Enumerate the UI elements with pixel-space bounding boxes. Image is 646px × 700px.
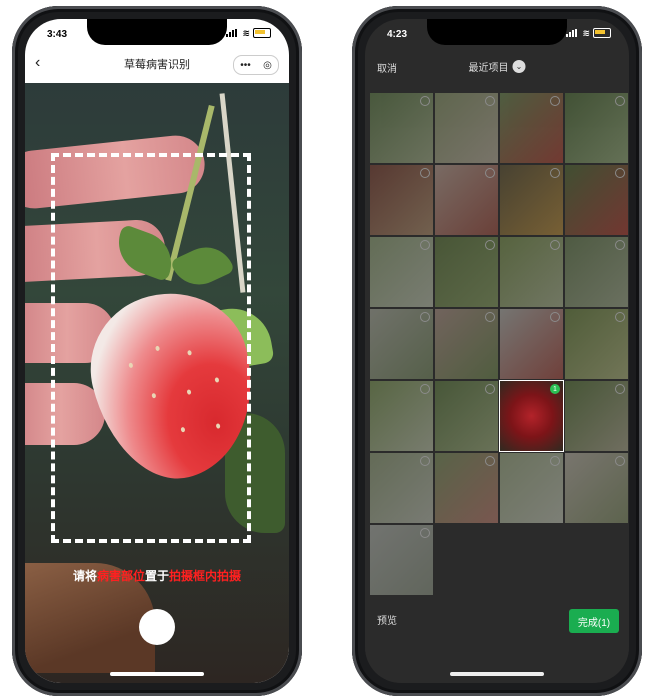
photo-thumbnail[interactable] xyxy=(500,309,563,379)
select-circle-icon[interactable] xyxy=(420,312,430,322)
signal-icon xyxy=(566,29,579,37)
select-circle-icon[interactable] xyxy=(550,168,560,178)
select-circle-icon[interactable] xyxy=(420,240,430,250)
photo-thumbnail[interactable] xyxy=(435,165,498,235)
cancel-button[interactable]: 取消 xyxy=(377,60,397,75)
phone-notch xyxy=(427,19,567,45)
scan-frame xyxy=(51,153,251,543)
close-icon[interactable]: ◎ xyxy=(263,60,272,71)
select-circle-icon[interactable] xyxy=(550,456,560,466)
wifi-icon: ≋ xyxy=(582,28,590,38)
select-circle-icon[interactable] xyxy=(550,312,560,322)
hint-text: 置于 xyxy=(145,569,170,583)
select-circle-icon[interactable] xyxy=(485,168,495,178)
selected-check-icon[interactable]: 1 xyxy=(550,384,560,394)
photo-thumbnail[interactable] xyxy=(500,453,563,523)
select-circle-icon[interactable] xyxy=(420,168,430,178)
photo-thumbnail[interactable] xyxy=(500,165,563,235)
select-circle-icon[interactable] xyxy=(615,456,625,466)
photo-thumbnail[interactable] xyxy=(435,381,498,451)
select-circle-icon[interactable] xyxy=(615,384,625,394)
album-selector[interactable]: 最近项目 ⌄ xyxy=(469,59,526,74)
photo-thumbnail[interactable] xyxy=(370,309,433,379)
shutter-button[interactable] xyxy=(139,609,175,645)
confirm-button[interactable]: 完成(1) xyxy=(569,609,619,633)
signal-icon xyxy=(226,29,239,37)
photo-thumbnail[interactable] xyxy=(370,165,433,235)
picker-screen: 4:23 ≋ 取消 最近项目 ⌄ 1 预览 完成(1) xyxy=(365,19,629,683)
select-circle-icon[interactable] xyxy=(420,384,430,394)
phone-picker-screen: 4:23 ≋ 取消 最近项目 ⌄ 1 预览 完成(1) xyxy=(352,6,642,696)
select-circle-icon[interactable] xyxy=(615,240,625,250)
hint-highlight: 病害部位 xyxy=(96,569,145,583)
select-circle-icon[interactable] xyxy=(550,240,560,250)
photo-thumbnail[interactable] xyxy=(435,237,498,307)
photo-thumbnail[interactable] xyxy=(565,453,628,523)
photo-grid: 1 xyxy=(370,93,628,595)
home-indicator[interactable] xyxy=(450,672,544,676)
back-icon[interactable]: ‹ xyxy=(35,54,40,72)
select-circle-icon[interactable] xyxy=(615,312,625,322)
photo-thumbnail[interactable] xyxy=(565,237,628,307)
photo-thumbnail[interactable] xyxy=(500,237,563,307)
status-time: 3:43 xyxy=(47,29,68,40)
select-circle-icon[interactable] xyxy=(615,96,625,106)
mini-program-capsule: ••• ◎ xyxy=(233,55,279,75)
picker-bottom-bar: 预览 完成(1) xyxy=(365,598,629,683)
capture-hint: 请将病害部位置于拍摄框内拍摄 xyxy=(25,567,289,584)
album-label: 最近项目 xyxy=(468,63,509,74)
hint-highlight: 拍摄框内拍摄 xyxy=(169,569,242,583)
photo-thumbnail[interactable] xyxy=(565,381,628,451)
photo-thumbnail[interactable] xyxy=(565,93,628,163)
photo-thumbnail[interactable] xyxy=(435,93,498,163)
picker-header: 取消 最近项目 ⌄ xyxy=(365,49,629,81)
select-circle-icon[interactable] xyxy=(420,528,430,538)
hint-text: 请将 xyxy=(72,569,97,583)
photo-thumbnail-selected[interactable]: 1 xyxy=(499,380,564,452)
photo-thumbnail[interactable] xyxy=(370,381,433,451)
battery-icon xyxy=(253,28,271,38)
camera-screen: 3:43 ≋ ‹ 草莓病害识别 ••• ◎ 请将病害部位置于拍摄框内拍摄 xyxy=(25,19,289,683)
photo-thumbnail[interactable] xyxy=(370,453,433,523)
select-circle-icon[interactable] xyxy=(485,96,495,106)
photo-thumbnail[interactable] xyxy=(500,93,563,163)
status-icons: ≋ xyxy=(226,28,271,38)
more-icon[interactable]: ••• xyxy=(240,60,251,71)
photo-thumbnail[interactable] xyxy=(565,309,628,379)
select-circle-icon[interactable] xyxy=(485,384,495,394)
select-circle-icon[interactable] xyxy=(615,168,625,178)
preview-button[interactable]: 预览 xyxy=(377,612,397,627)
page-title: 草莓病害识别 xyxy=(124,59,190,71)
wifi-icon: ≋ xyxy=(242,28,250,38)
photo-thumbnail[interactable] xyxy=(435,453,498,523)
select-circle-icon[interactable] xyxy=(485,312,495,322)
status-time: 4:23 xyxy=(387,29,408,40)
phone-notch xyxy=(87,19,227,45)
select-circle-icon[interactable] xyxy=(550,96,560,106)
phone-camera-screen: 3:43 ≋ ‹ 草莓病害识别 ••• ◎ 请将病害部位置于拍摄框内拍摄 xyxy=(12,6,302,696)
photo-thumbnail[interactable] xyxy=(370,237,433,307)
chevron-down-icon: ⌄ xyxy=(512,60,526,73)
status-icons: ≋ xyxy=(566,28,611,38)
home-indicator[interactable] xyxy=(110,672,204,676)
photo-thumbnail[interactable] xyxy=(370,525,433,595)
photo-thumbnail[interactable] xyxy=(565,165,628,235)
select-circle-icon[interactable] xyxy=(485,240,495,250)
photo-thumbnail[interactable] xyxy=(435,309,498,379)
select-circle-icon[interactable] xyxy=(420,456,430,466)
select-circle-icon[interactable] xyxy=(485,456,495,466)
photo-thumbnail[interactable] xyxy=(370,93,433,163)
mini-program-navbar: ‹ 草莓病害识别 ••• ◎ xyxy=(25,49,289,79)
battery-icon xyxy=(593,28,611,38)
select-circle-icon[interactable] xyxy=(420,96,430,106)
